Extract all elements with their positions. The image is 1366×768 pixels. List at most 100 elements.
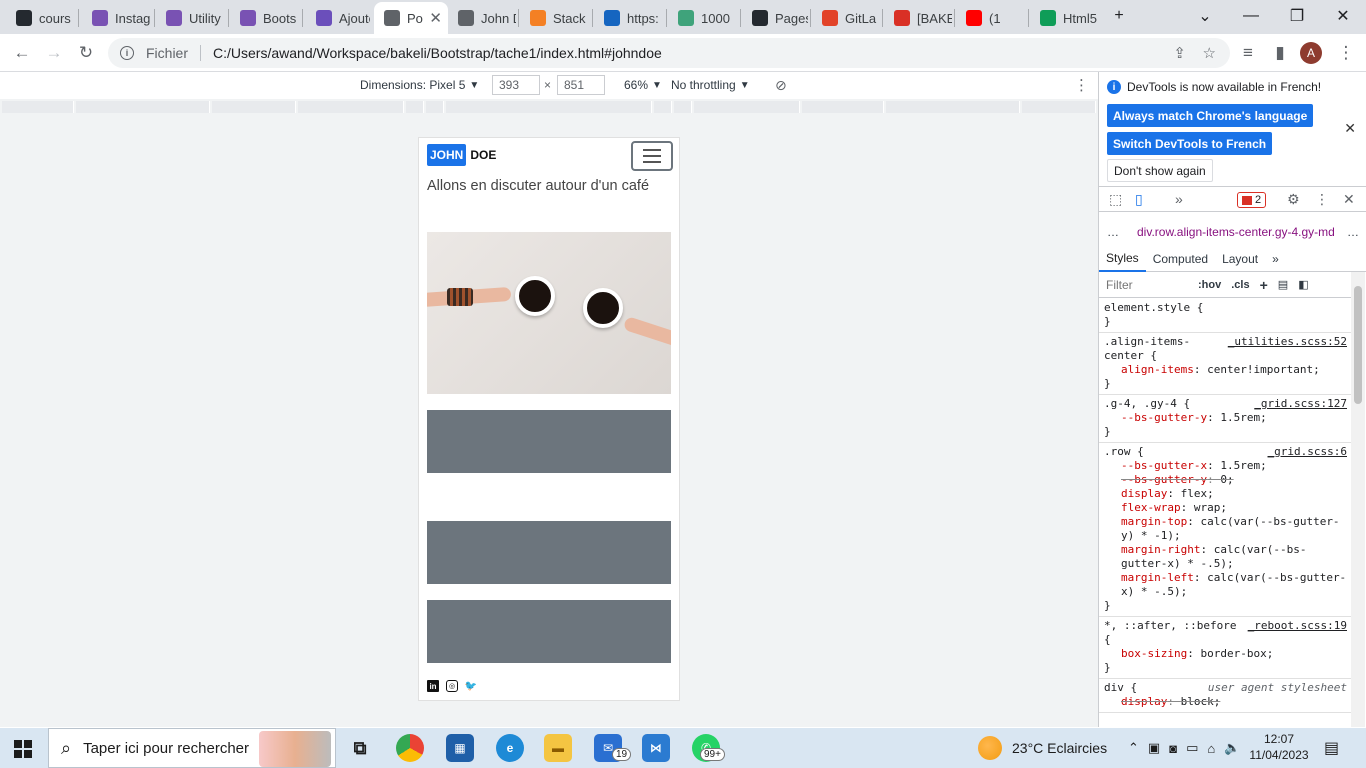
weather-widget[interactable]: 23°C Eclaircies [978, 728, 1107, 768]
chrome-menu-icon[interactable]: ⋮ [1334, 41, 1358, 65]
css-property-name[interactable]: margin-top [1121, 515, 1187, 528]
browser-tab[interactable]: GitLa [812, 4, 880, 32]
address-bar[interactable]: i Fichier C:/Users/awand/Workspace/bakel… [108, 38, 1230, 68]
css-property-value[interactable]: border-box; [1200, 647, 1273, 660]
reload-icon[interactable]: ↻ [74, 41, 98, 65]
reading-list-icon[interactable]: ≡ [1236, 41, 1260, 65]
browser-tab[interactable]: Boots [230, 4, 300, 32]
address-url[interactable]: C:/Users/awand/Workspace/bakeli/Bootstra… [213, 45, 662, 61]
profile-avatar[interactable]: A [1300, 42, 1322, 64]
browser-tab[interactable]: [BAKE [884, 4, 952, 32]
css-property-value[interactable]: 0; [1220, 473, 1233, 486]
css-property-value[interactable]: 1.5rem; [1220, 411, 1266, 424]
css-property-name[interactable]: display [1121, 695, 1167, 708]
share-icon[interactable]: ⇪ [1173, 44, 1186, 62]
tray-device-icon[interactable]: ▣ [1148, 740, 1160, 756]
forward-arrow-icon[interactable]: → [42, 41, 66, 65]
css-property-name[interactable]: --bs-gutter-y [1121, 411, 1207, 424]
css-property-value[interactable]: block; [1181, 695, 1221, 708]
chrome-app-icon[interactable] [396, 734, 424, 762]
css-property-name[interactable]: box-sizing [1121, 647, 1187, 660]
devtools-menu-icon[interactable]: ⋮ [1315, 191, 1329, 208]
css-rule[interactable]: div {user agent stylesheet display: block… [1099, 679, 1351, 713]
notification-center-icon[interactable]: ▤ [1324, 728, 1339, 768]
navbar-toggler-button[interactable] [631, 141, 673, 171]
hov-toggle[interactable]: :hov [1198, 279, 1221, 291]
taskbar-search-box[interactable]: ⌕ Taper ici pour rechercher [48, 728, 336, 768]
media-query-bar[interactable] [212, 101, 296, 113]
match-language-button[interactable]: Always match Chrome's language [1107, 104, 1314, 127]
media-query-bar[interactable] [2, 101, 74, 113]
breadcrumb-selected[interactable]: div.row.align-items-center.gy-4.gy-md [1137, 225, 1335, 239]
browser-tab[interactable]: https: [594, 4, 664, 32]
media-query-bar[interactable] [298, 101, 404, 113]
clock[interactable]: 12:07 11/04/2023 [1248, 731, 1310, 763]
media-query-bar[interactable] [802, 101, 884, 113]
css-source-link[interactable]: _utilities.scss:52 [1228, 335, 1347, 349]
css-rule[interactable]: .align-items-center {_utilities.scss:52 a… [1099, 333, 1351, 395]
tray-volume-icon[interactable]: 🔈 [1224, 740, 1240, 756]
file-explorer-icon[interactable]: ▬ [544, 734, 572, 762]
site-info-icon[interactable]: i [120, 46, 134, 60]
styles-filter-input[interactable]: Filter [1106, 278, 1188, 292]
device-width-input[interactable]: 393 [492, 75, 540, 95]
device-dimensions-select[interactable]: Dimensions: Pixel 5 ▼ [360, 72, 479, 98]
css-declaration[interactable]: margin-top: calc(var(--bs-gutter-y) * -1… [1104, 515, 1347, 543]
store-app-icon[interactable]: ▦ [446, 734, 474, 762]
media-query-bar[interactable] [886, 101, 1020, 113]
breadcrumb-ellipsis-left[interactable]: … [1107, 225, 1119, 239]
switch-french-button[interactable]: Switch DevTools to French [1107, 132, 1273, 155]
instagram-icon[interactable]: ◎ [446, 680, 458, 692]
browser-tab[interactable]: John D [448, 4, 516, 32]
device-height-input[interactable]: 851 [557, 75, 605, 95]
media-query-bar[interactable] [654, 101, 672, 113]
more-subtabs-icon[interactable]: » [1265, 246, 1286, 272]
css-source-link[interactable]: _reboot.scss:19 [1248, 619, 1347, 633]
new-tab-plus-icon[interactable]: + [1104, 5, 1134, 27]
edge-app-icon[interactable]: e [496, 734, 524, 762]
vscode-app-icon[interactable]: ⋈ [642, 734, 670, 762]
task-view-icon[interactable]: ⧉ [346, 734, 374, 762]
dont-show-again-button[interactable]: Don't show again [1107, 159, 1213, 182]
cls-toggle[interactable]: .cls [1231, 279, 1249, 291]
linkedin-icon[interactable]: in [427, 680, 439, 692]
css-rule[interactable]: .row {_grid.scss:6 --bs-gutter-x: 1.5rem;… [1099, 443, 1351, 617]
media-query-bar[interactable] [1022, 101, 1096, 113]
css-rule[interactable]: *, ::after, ::before {_reboot.scss:19 box… [1099, 617, 1351, 679]
more-tabs-icon[interactable]: » [1175, 191, 1183, 207]
browser-tab[interactable]: Instag [82, 4, 152, 32]
css-declaration[interactable]: margin-right: calc(var(--bs-gutter-x) * … [1104, 543, 1347, 571]
windows-start-icon[interactable] [14, 740, 32, 758]
css-declaration[interactable]: align-items: center!important; [1104, 363, 1347, 377]
devtools-close-icon[interactable]: ✕ [1343, 191, 1355, 208]
rotate-icon[interactable]: ⊘ [775, 72, 787, 98]
browser-tab[interactable]: Po ✕ [374, 2, 448, 34]
bookmark-star-icon[interactable]: ☆ [1203, 44, 1216, 62]
notice-close-icon[interactable]: ✕ [1344, 120, 1356, 137]
media-query-bar[interactable] [694, 101, 800, 113]
css-declaration[interactable]: --bs-gutter-x: 1.5rem; [1104, 459, 1347, 473]
css-source-link[interactable]: user agent stylesheet [1208, 681, 1347, 695]
browser-tab[interactable]: 1000 [668, 4, 738, 32]
css-selector[interactable]: element.style { [1104, 301, 1347, 315]
paint-icon[interactable]: ▤ [1278, 278, 1288, 291]
breadcrumb-ellipsis-right[interactable]: … [1347, 225, 1359, 239]
css-property-name[interactable]: display [1121, 487, 1167, 500]
css-declaration[interactable]: flex-wrap: wrap; [1104, 501, 1347, 515]
browser-tab[interactable]: (1 [956, 4, 1026, 32]
settings-gear-icon[interactable]: ⚙ [1287, 191, 1300, 208]
scrollbar-thumb[interactable] [1354, 286, 1362, 404]
media-query-bar[interactable] [446, 101, 652, 113]
tray-chevron-icon[interactable]: ⌃ [1128, 740, 1139, 756]
navbar-brand[interactable]: JOHN DOE [427, 144, 496, 166]
css-declaration[interactable]: box-sizing: border-box; [1104, 647, 1347, 661]
side-panel-icon[interactable]: ▮ [1268, 41, 1292, 65]
media-query-bar[interactable] [76, 101, 210, 113]
issues-badge[interactable]: 2 [1237, 192, 1267, 208]
tab-search-chevron-icon[interactable]: ⌄ [1190, 5, 1220, 27]
styles-scrollbar[interactable] [1351, 272, 1365, 727]
tab-close-icon[interactable]: ✕ [429, 9, 442, 27]
tab-computed[interactable]: Computed [1146, 246, 1215, 272]
device-toggle-icon[interactable]: ▯ [1135, 191, 1143, 208]
css-declaration[interactable]: display: block; [1104, 695, 1347, 709]
